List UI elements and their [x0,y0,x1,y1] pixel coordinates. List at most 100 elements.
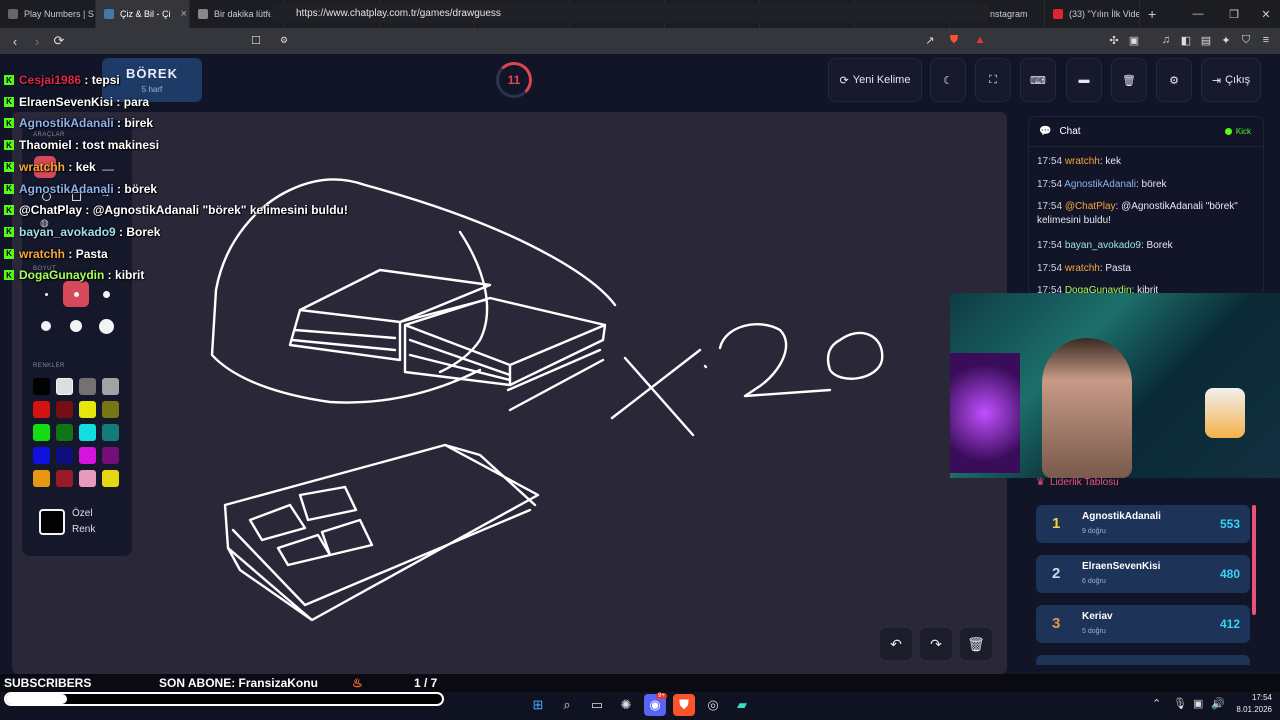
network-icon[interactable]: ▣ [1193,697,1203,710]
close-tab-icon[interactable]: × [181,8,187,20]
new-word-button[interactable]: ⟳ Yeni Kelime [828,58,922,102]
site-info-icon[interactable]: ⚙ [276,32,292,48]
size-m-dot[interactable] [103,291,110,298]
screenshot-icon[interactable]: ▣ [1126,32,1142,48]
chat-user[interactable]: wratchh [1065,156,1100,167]
url-field[interactable]: https://www.chatplay.com.tr/games/drawgu… [270,3,990,23]
color-swatch[interactable] [33,447,50,464]
tab-label: Çiz & Bil - Çi [120,9,171,19]
color-swatch[interactable] [56,401,73,418]
size-xl-dot[interactable] [70,320,82,332]
menu-icon[interactable]: ≡ [1258,32,1274,48]
bookmark-icon[interactable]: ☐ [248,32,264,48]
reload-icon[interactable]: ⟳ [48,30,70,52]
color-swatch[interactable] [79,447,96,464]
mic-tray-icon[interactable]: 🎙 [1173,697,1187,710]
color-swatch[interactable] [102,424,119,441]
search-icon[interactable]: ⌕ [556,694,578,716]
drawing-canvas[interactable] [12,112,1007,674]
color-swatch[interactable] [79,470,96,487]
tray-chevron-icon[interactable]: ⌃ [1152,697,1161,710]
file-explorer-icon[interactable]: ▭ [586,694,608,716]
leaderboard-correct: 5 doğru [1082,628,1106,635]
system-clock[interactable]: 17:54 8.01.2026 [1226,692,1272,716]
kick-icon: K [4,270,14,281]
brave-rewards-icon[interactable]: ▲ [972,32,988,48]
music-icon[interactable]: ♫ [1158,32,1174,48]
chat-user[interactable]: wratchh [1065,263,1100,274]
color-swatch[interactable] [79,424,96,441]
browser-tab[interactable]: Play Numbers | S [0,0,96,28]
color-swatch[interactable] [56,424,73,441]
undo-button[interactable]: ↶ [880,628,912,660]
trash-button[interactable]: 🗑 [1111,58,1147,102]
browser-tab[interactable]: Çiz & Bil - Çi × [96,0,190,28]
fullscreen-button[interactable]: ⛶ [975,58,1011,102]
leaderboard-scrollbar[interactable] [1252,505,1256,615]
brave-shield-icon[interactable]: ⛊ [946,32,962,48]
overlay-chat-separator: : [113,94,124,109]
overlay-chat-message: tost makinesi [82,138,160,153]
overlay-chat-line: K DogaGunaydin : kibrit [4,266,144,284]
leaderboard-row-partial [1036,655,1250,665]
chatgpt-icon[interactable]: ✺ [615,694,637,716]
exit-button[interactable]: ⇥ Çıkış [1201,58,1261,102]
new-tab-button[interactable]: + [1140,0,1164,28]
color-swatch[interactable] [56,470,73,487]
custom-color-label[interactable]: Özel Renk [72,506,95,538]
color-swatch[interactable] [33,401,50,418]
overlay-chat-message: para [123,94,150,109]
color-swatch[interactable] [102,401,119,418]
clear-canvas-button[interactable]: 🗑 [960,628,992,660]
extension-icon[interactable]: ✣ [1106,32,1122,48]
color-swatch[interactable] [33,378,50,395]
brave-icon[interactable]: ⛊ [673,694,695,716]
windows-start-icon[interactable]: ⊞ [527,694,549,716]
redo-button[interactable]: ↷ [920,628,952,660]
volume-icon[interactable]: 🔊 [1211,697,1225,710]
color-swatch[interactable] [102,447,119,464]
chat-user[interactable]: @ChatPlay [1065,201,1116,212]
vpn-icon[interactable]: ⛉ [1238,32,1254,48]
color-swatch[interactable] [79,401,96,418]
obs-icon[interactable]: ◎ [702,694,724,716]
custom-color-swatch[interactable] [39,509,65,535]
color-swatch[interactable] [33,424,50,441]
wallet-icon[interactable]: ▤ [1198,32,1214,48]
close-window-icon[interactable]: ✕ [1248,0,1280,28]
color-swatch[interactable] [56,447,73,464]
chat-user[interactable]: AgnostikAdanali [1064,179,1136,190]
line-tool-icon[interactable]: — [102,162,114,176]
leo-icon[interactable]: ✦ [1218,32,1234,48]
color-swatch[interactable] [33,470,50,487]
app-icon[interactable]: ▰ [731,694,753,716]
size-xs-dot[interactable] [45,293,48,296]
settings-button[interactable]: ⚙ [1156,58,1192,102]
dark-mode-button[interactable]: ☾ [930,58,966,102]
overlay-chat-separator: : [113,181,125,196]
share-icon[interactable]: ↗ [922,32,938,48]
size-l-dot[interactable] [41,321,51,331]
last-subscriber: SON ABONE: FransizaKonu [159,676,318,690]
minimize-icon[interactable]: — [1180,0,1216,28]
color-swatch[interactable] [79,378,96,395]
archive-button[interactable]: ▬ [1066,58,1102,102]
tab-label: Play Numbers | S [24,9,94,19]
color-swatch[interactable] [102,470,119,487]
color-swatch[interactable] [56,378,73,395]
browser-tab[interactable]: (33) "Yılın İlk Vide [1045,0,1140,28]
sidebar-icon[interactable]: ◧ [1178,32,1194,48]
maximize-icon[interactable]: ❐ [1216,0,1252,28]
kick-icon: K [4,248,14,259]
chat-user[interactable]: bayan_avokado9 [1065,240,1141,251]
chat-title: Chat [1059,126,1081,137]
back-icon[interactable]: ‹ [4,30,26,52]
keyboard-button[interactable]: ⌨ [1020,58,1056,102]
size-xxl-dot[interactable] [99,319,114,334]
color-swatch[interactable] [102,378,119,395]
size-s-dot[interactable] [74,292,79,297]
forward-icon[interactable]: › [26,30,48,52]
overlay-chat-message: kek [75,159,96,174]
exit-label: Çıkış [1225,74,1251,86]
leaderboard-header: ♛ Liderlik Tablosu [1036,477,1119,488]
